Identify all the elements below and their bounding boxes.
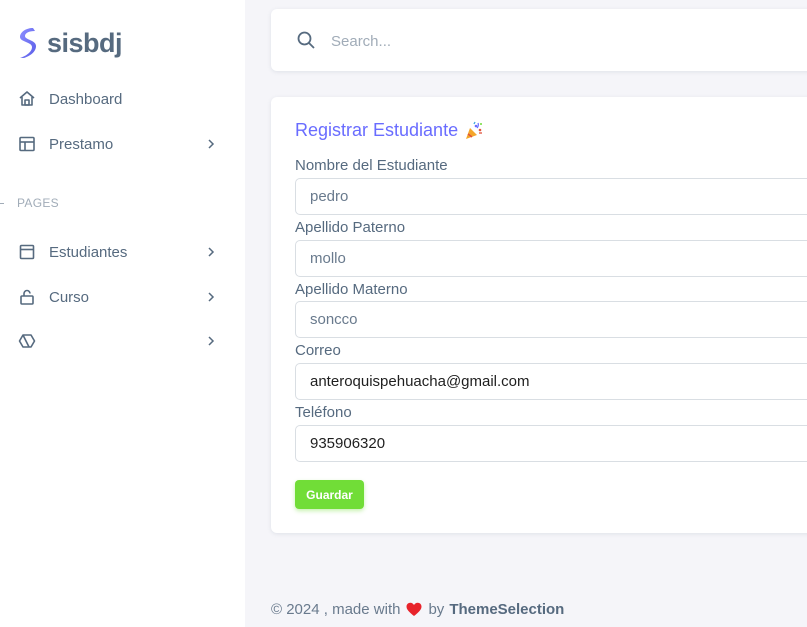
lock-icon bbox=[20, 289, 34, 305]
sidebar-item-label: Curso bbox=[49, 288, 90, 306]
sidebar: sisbdj Dashboard Prestamo PAGES Estudian… bbox=[0, 0, 245, 627]
layout-icon bbox=[19, 136, 35, 152]
search-bar bbox=[271, 9, 807, 71]
brand[interactable]: sisbdj bbox=[16, 26, 123, 60]
sidebar-item-prestamo[interactable]: Prestamo bbox=[0, 124, 245, 164]
sidebar-item-unnamed[interactable] bbox=[0, 321, 245, 361]
nombre-field[interactable] bbox=[295, 178, 807, 215]
chevron-right-icon bbox=[208, 247, 215, 257]
card-title-wrap: Registrar Estudiante bbox=[295, 120, 484, 141]
section-divider bbox=[0, 203, 4, 204]
footer-by: by bbox=[428, 601, 445, 618]
app-name: sisbdj bbox=[47, 27, 123, 58]
chevron-right-icon bbox=[208, 139, 215, 149]
sidebar-item-label: Dashboard bbox=[49, 90, 123, 108]
sidebar-item-dashboard[interactable]: Dashboard bbox=[0, 79, 245, 119]
apellido-materno-field[interactable] bbox=[295, 301, 807, 338]
sidebar-item-label: Prestamo bbox=[49, 135, 114, 153]
email-field[interactable] bbox=[295, 363, 807, 400]
search-input[interactable] bbox=[329, 29, 633, 53]
register-student-card: Registrar Estudiante Nombre del Estudian… bbox=[271, 97, 807, 533]
save-button[interactable]: Guardar bbox=[295, 480, 364, 509]
sidebar-item-curso[interactable]: Curso bbox=[0, 277, 245, 317]
card-title: Registrar Estudiante bbox=[295, 120, 459, 140]
party-popper-icon bbox=[466, 121, 483, 139]
search-icon[interactable] bbox=[296, 30, 316, 50]
section-header-pages: PAGES bbox=[17, 196, 59, 210]
sidebar-item-estudiantes[interactable]: Estudiantes bbox=[0, 232, 245, 272]
field-label-apellido-paterno: Apellido Paterno bbox=[295, 219, 406, 236]
footer-brand-link[interactable]: ThemeSelection bbox=[449, 601, 564, 618]
logo-icon bbox=[20, 28, 36, 58]
heart-icon bbox=[406, 602, 422, 616]
footer-prefix: © 2024 , made with bbox=[271, 601, 401, 618]
chevron-right-icon bbox=[208, 336, 215, 346]
window-icon bbox=[19, 244, 35, 260]
field-label-correo: Correo bbox=[295, 342, 341, 359]
field-label-telefono: Teléfono bbox=[295, 404, 352, 421]
cube-icon bbox=[18, 334, 36, 348]
field-label-apellido-materno: Apellido Materno bbox=[295, 281, 408, 298]
home-icon bbox=[19, 91, 35, 106]
chevron-right-icon bbox=[208, 292, 215, 302]
footer: © 2024 , made with by ThemeSelection bbox=[271, 601, 564, 618]
apellido-paterno-field[interactable] bbox=[295, 240, 807, 277]
phone-field[interactable] bbox=[295, 425, 807, 462]
field-label-nombre: Nombre del Estudiante bbox=[295, 157, 448, 174]
sidebar-item-label: Estudiantes bbox=[49, 243, 128, 261]
